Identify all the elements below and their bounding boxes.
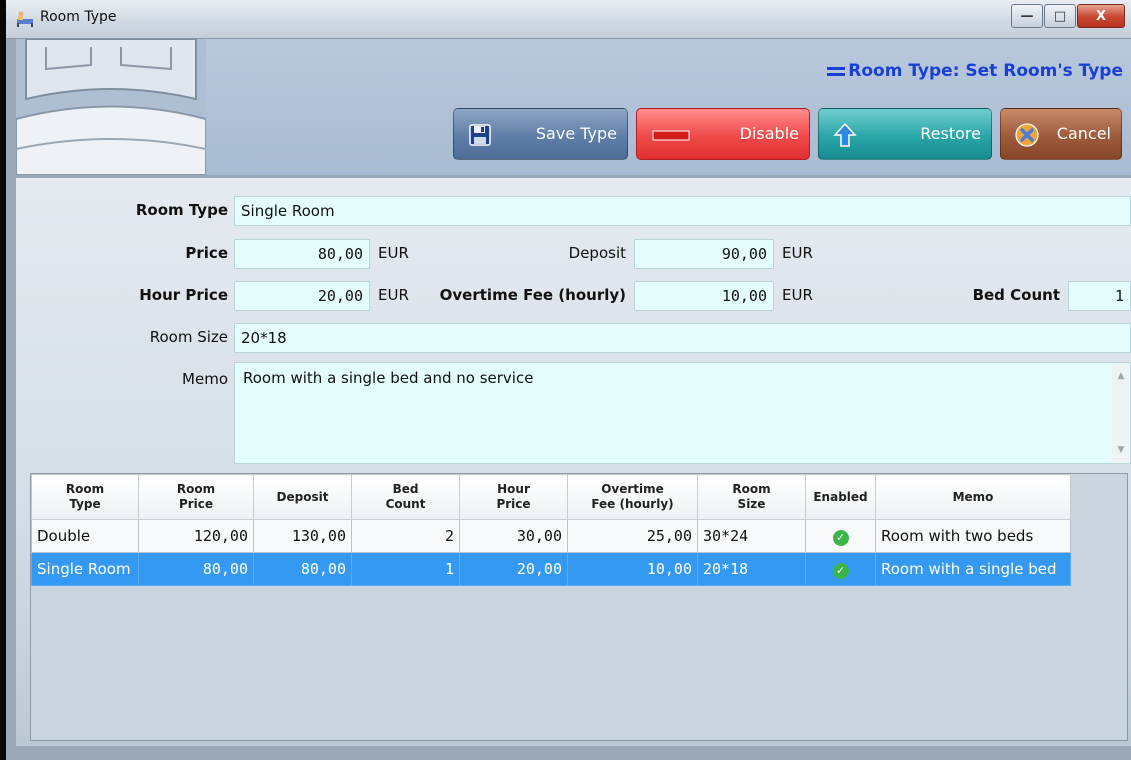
price-label: Price [185, 244, 228, 262]
cell-room-type[interactable]: Double [31, 519, 139, 553]
menu-lines-icon [827, 64, 846, 79]
cell-bed-count[interactable]: 1 [351, 552, 460, 586]
cell-room-price[interactable]: 120,00 [138, 519, 254, 553]
cell-enabled[interactable]: ✓ [805, 519, 876, 553]
col-header-deposit[interactable]: Deposit [253, 474, 352, 520]
app-icon [17, 11, 33, 27]
scroll-up-icon[interactable]: ▲ [1112, 367, 1130, 385]
room-type-window: Room Type — □ X Room Type: Set Room's Ty… [6, 0, 1131, 760]
maximize-button[interactable]: □ [1044, 4, 1076, 28]
cell-room-size[interactable]: 20*18 [697, 552, 806, 586]
room-size-label: Room Size [149, 328, 228, 346]
window-controls: — □ X [1010, 4, 1125, 28]
cell-memo[interactable]: Room with a single bed [875, 552, 1071, 586]
cell-overtime-fee[interactable]: 25,00 [567, 519, 698, 553]
disable-label: Disable [739, 124, 799, 143]
overtime-fee-input[interactable]: 10,00 [634, 281, 774, 311]
col-header-hour-price[interactable]: Hour Price [459, 474, 568, 520]
table-row[interactable]: Double 120,00 130,00 2 30,00 25,00 30*24… [31, 519, 1071, 553]
maximize-icon: □ [1053, 8, 1067, 24]
memo-textarea[interactable]: Room with a single bed and no service ▲ … [234, 362, 1131, 464]
cell-bed-count[interactable]: 2 [351, 519, 460, 553]
table-header-row: Room Type Room Price Deposit Bed Count Hour… [31, 474, 1071, 520]
col-header-room-price[interactable]: Room Price [138, 474, 254, 520]
room-types-table[interactable]: Room Type Room Price Deposit Bed Count Hour… [30, 473, 1128, 741]
cell-deposit[interactable]: 130,00 [253, 519, 352, 553]
window-title: Room Type [40, 9, 117, 25]
close-button[interactable]: X [1077, 4, 1125, 28]
deposit-label: Deposit [568, 244, 626, 262]
hour-price-unit: EUR [378, 286, 409, 304]
cell-deposit[interactable]: 80,00 [253, 552, 352, 586]
col-header-memo[interactable]: Memo [875, 474, 1071, 520]
cell-enabled[interactable]: ✓ [805, 552, 876, 586]
col-header-overtime-fee[interactable]: Overtime Fee (hourly) [567, 474, 698, 520]
overtime-fee-label: Overtime Fee (hourly) [439, 286, 626, 304]
room-type-label: Room Type [135, 201, 228, 219]
col-header-enabled[interactable]: Enabled [805, 474, 876, 520]
floppy-disk-icon [469, 124, 491, 146]
checkmark-icon: ✓ [832, 529, 849, 546]
cell-memo[interactable]: Room with two beds [875, 519, 1071, 553]
room-size-input[interactable]: 20*18 [234, 323, 1131, 353]
bed-count-label: Bed Count [972, 286, 1060, 304]
save-type-label: Save Type [535, 124, 617, 143]
restore-button[interactable]: Restore [818, 108, 992, 160]
col-header-room-size[interactable]: Room Size [697, 474, 806, 520]
memo-scrollbar[interactable]: ▲ ▼ [1112, 363, 1130, 463]
save-type-button[interactable]: Save Type [453, 108, 628, 160]
memo-text: Room with a single bed and no service [243, 369, 534, 387]
close-icon: X [1095, 8, 1107, 24]
form-panel: Room Type Single Room Price 80,00 EUR De… [16, 178, 1131, 746]
cell-room-type[interactable]: Single Room [31, 552, 139, 586]
checkmark-icon: ✓ [832, 562, 849, 579]
room-type-input[interactable]: Single Room [234, 196, 1131, 226]
cancel-label: Cancel [1056, 124, 1111, 143]
overtime-fee-unit: EUR [782, 286, 813, 304]
cancel-button[interactable]: Cancel [1000, 108, 1122, 160]
cell-hour-price[interactable]: 30,00 [459, 519, 568, 553]
hour-price-label: Hour Price [139, 286, 228, 304]
price-unit: EUR [378, 244, 409, 262]
cancel-icon [1015, 123, 1039, 147]
page-title-text: Room Type: Set Room's Type [848, 61, 1123, 81]
cell-overtime-fee[interactable]: 10,00 [567, 552, 698, 586]
bed-count-input[interactable]: 1 [1068, 281, 1131, 311]
minimize-icon: — [1020, 8, 1034, 24]
memo-label: Memo [182, 370, 228, 388]
header-banner: Room Type: Set Room's Type Save Type Dis… [16, 39, 1131, 175]
disable-button[interactable]: Disable [636, 108, 810, 160]
cell-room-size[interactable]: 30*24 [697, 519, 806, 553]
restore-label: Restore [920, 124, 981, 143]
price-input[interactable]: 80,00 [234, 239, 370, 269]
title-bar[interactable]: Room Type — □ X [6, 0, 1131, 39]
deposit-unit: EUR [782, 244, 813, 262]
deposit-input[interactable]: 90,00 [634, 239, 774, 269]
cell-hour-price[interactable]: 20,00 [459, 552, 568, 586]
scroll-down-icon[interactable]: ▼ [1112, 441, 1130, 459]
col-header-bed-count[interactable]: Bed Count [351, 474, 460, 520]
hour-price-input[interactable]: 20,00 [234, 281, 370, 311]
table-row-selected[interactable]: Single Room 80,00 80,00 1 20,00 10,00 20… [31, 552, 1071, 586]
minimize-button[interactable]: — [1011, 4, 1043, 28]
bed-illustration [16, 39, 206, 175]
minus-bar-icon [652, 130, 690, 141]
cell-room-price[interactable]: 80,00 [138, 552, 254, 586]
page-title: Room Type: Set Room's Type [827, 61, 1123, 81]
col-header-room-type[interactable]: Room Type [31, 474, 139, 520]
up-arrow-icon [833, 123, 857, 147]
